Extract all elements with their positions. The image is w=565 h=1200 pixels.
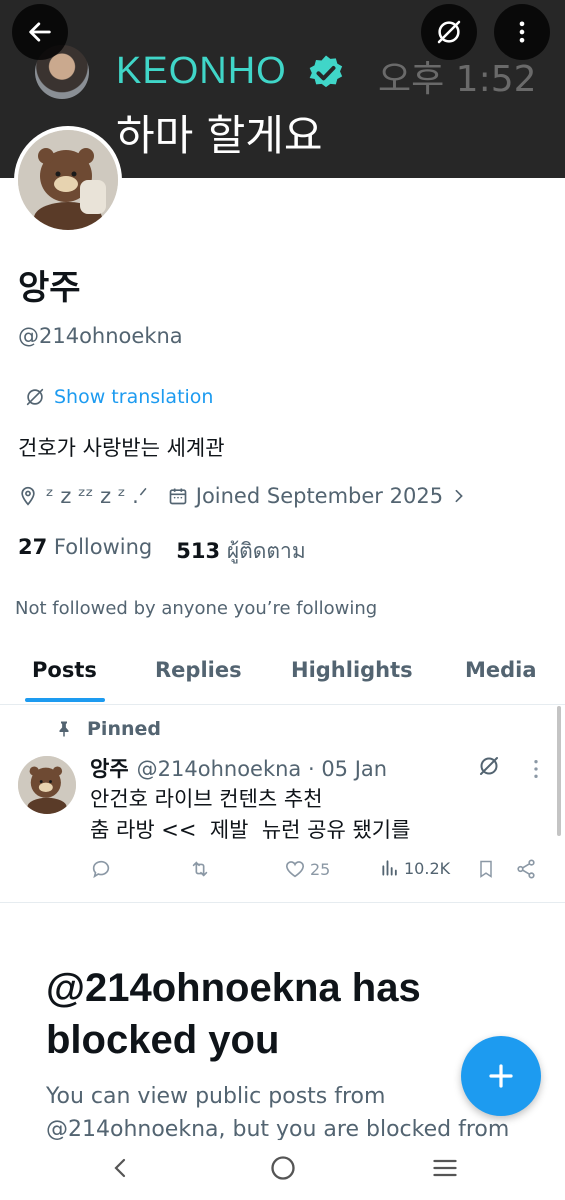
- arrow-left-icon: [29, 22, 51, 42]
- more-options-button[interactable]: [494, 4, 550, 60]
- pin-icon: [59, 721, 69, 737]
- location-pin-icon: [21, 486, 35, 506]
- circle-home-icon: [271, 1156, 295, 1180]
- verified-badge-icon: [309, 55, 343, 88]
- compose-post-button[interactable]: [461, 1036, 541, 1116]
- view-count: 10.2K: [404, 858, 451, 878]
- reply-icon: [92, 860, 110, 879]
- show-translation-link[interactable]: Show translation: [24, 386, 213, 408]
- nav-recents-button[interactable]: [430, 1154, 460, 1186]
- post-actions: 25 10.2K: [0, 858, 565, 886]
- show-translation-label: Show translation: [54, 386, 214, 408]
- pinned-label: Pinned: [87, 718, 161, 740]
- followers-link[interactable]: 513 ผู้ติดตาม: [176, 535, 305, 568]
- profile-bio: 건호가 사랑받는 세계관: [18, 436, 225, 460]
- system-navigation-bar: [0, 1140, 565, 1200]
- back-button[interactable]: [12, 4, 68, 60]
- translate-off-icon: [437, 20, 461, 44]
- analytics-icon: [382, 860, 397, 876]
- bookmark-icon: [480, 860, 492, 878]
- profile-tabs: Posts Replies Highlights Media: [0, 640, 565, 705]
- repost-icon: [192, 861, 208, 877]
- heart-icon: [285, 861, 305, 878]
- post-text: 안건호 라이브 컨텐츠 추천 춤 라방 << 제발 뉴런 공유 됐기를: [90, 787, 411, 842]
- followers-label: ผู้ติดตาม: [226, 539, 306, 563]
- avatar-image: [18, 130, 118, 230]
- joined-text: Joined September 2025: [195, 484, 444, 508]
- divider: [0, 902, 565, 903]
- following-label: Following: [53, 535, 153, 559]
- translate-icon: [26, 388, 44, 406]
- menu-lines-icon: [433, 1159, 457, 1177]
- repost-button[interactable]: [188, 858, 212, 880]
- profile-meta: ᶻ z ᶻᶻ z ᶻ .ᐟ Joined September 2025: [18, 484, 467, 508]
- location-text: ᶻ z ᶻᶻ z ᶻ .ᐟ: [46, 484, 148, 508]
- profile-handle: @214ohnoekna: [18, 324, 183, 348]
- pinned-indicator: Pinned: [55, 718, 161, 740]
- more-vertical-icon: [519, 21, 525, 43]
- plus-icon: [489, 1064, 513, 1088]
- followers-count: 513: [176, 539, 221, 563]
- scrollbar[interactable]: [557, 706, 561, 836]
- bookmark-button[interactable]: [476, 858, 496, 880]
- following-count: 27: [18, 535, 48, 559]
- post-more-button[interactable]: [530, 758, 542, 784]
- post-handle-date: @214ohnoekna · 05 Jan: [136, 757, 388, 781]
- calendar-icon: [169, 488, 187, 505]
- tab-highlights[interactable]: Highlights: [291, 658, 413, 682]
- tab-media[interactable]: Media: [465, 658, 537, 682]
- profile-avatar[interactable]: [14, 126, 122, 234]
- not-followed-notice: Not followed by anyone you’re following: [15, 598, 378, 619]
- blocked-title: @214ohnoekna has blocked you: [46, 966, 421, 1062]
- follow-stats: 27 Following 513 ผู้ติดตาม: [18, 535, 306, 568]
- nav-back-button[interactable]: [108, 1154, 132, 1186]
- nav-home-button[interactable]: [269, 1154, 297, 1186]
- share-icon: [517, 859, 535, 879]
- tab-replies[interactable]: Replies: [155, 658, 242, 682]
- post-translate-button[interactable]: [477, 754, 501, 782]
- tab-posts[interactable]: Posts: [32, 658, 97, 682]
- avatar-image: [18, 756, 76, 814]
- like-count: 25: [310, 859, 331, 879]
- translate-off-icon: [480, 757, 498, 775]
- joined-date[interactable]: Joined September 2025: [168, 484, 467, 508]
- chevron-left-icon: [114, 1158, 126, 1178]
- translate-button[interactable]: [421, 4, 477, 60]
- post-author-name[interactable]: 앙주: [90, 753, 129, 783]
- more-vertical-icon: [534, 760, 538, 778]
- post-header: 앙주 @214ohnoekna · 05 Jan: [90, 753, 387, 783]
- like-button[interactable]: 25: [284, 858, 330, 880]
- banner-message: 하마 할게요: [116, 111, 323, 160]
- post-avatar[interactable]: [18, 756, 76, 814]
- share-button[interactable]: [515, 858, 537, 880]
- active-tab-indicator: [25, 698, 105, 702]
- location: ᶻ z ᶻᶻ z ᶻ .ᐟ: [18, 484, 148, 508]
- following-link[interactable]: 27 Following: [18, 535, 152, 568]
- chevron-right-icon: [455, 489, 463, 503]
- banner-name: KEONHO: [116, 50, 287, 92]
- display-name: 앙주: [18, 268, 81, 308]
- reply-button[interactable]: [90, 858, 112, 880]
- views-button[interactable]: 10.2K: [380, 858, 450, 878]
